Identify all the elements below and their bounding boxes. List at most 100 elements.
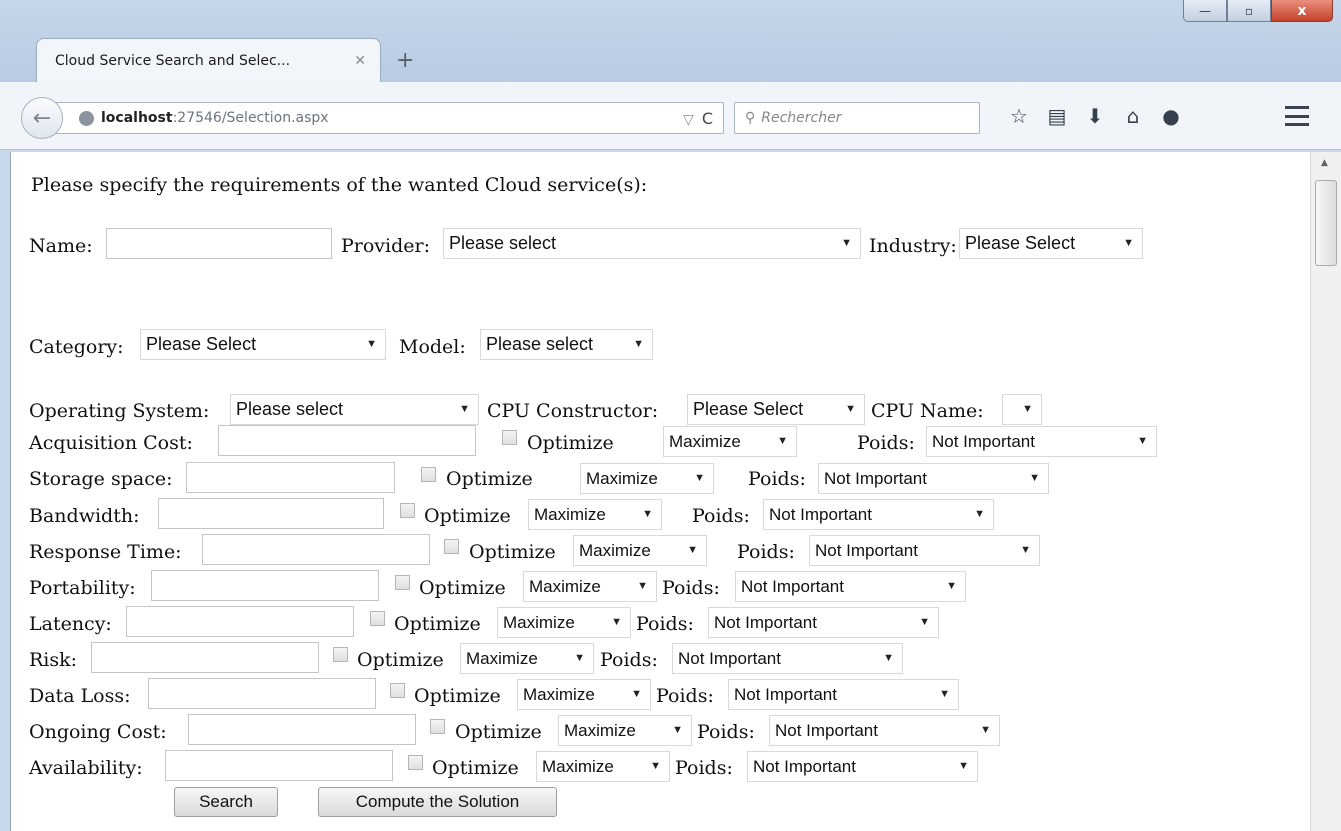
optimize-checkbox[interactable] <box>502 430 517 445</box>
weight-select-value: Not Important <box>741 577 844 596</box>
chevron-down-icon: ▼ <box>637 580 648 592</box>
criterion-label: Ongoing Cost: <box>29 721 167 743</box>
optimize-label: Optimize <box>455 721 542 743</box>
criterion-value-input[interactable] <box>186 462 395 493</box>
direction-select[interactable]: Maximize ▼ <box>558 715 692 746</box>
search-input[interactable]: ⚲ Rechercher <box>734 102 980 134</box>
direction-select[interactable]: Maximize ▼ <box>460 643 594 674</box>
criterion-value-input[interactable] <box>188 714 416 745</box>
cpu-constructor-select[interactable]: Please Select ▼ <box>687 394 865 425</box>
name-input[interactable] <box>106 228 332 259</box>
menu-icon[interactable] <box>1285 106 1309 126</box>
chat-icon[interactable]: ● <box>1152 104 1190 128</box>
chevron-down-icon: ▼ <box>1022 403 1033 415</box>
chevron-down-icon: ▼ <box>946 580 957 592</box>
poids-label: Poids: <box>692 505 750 527</box>
optimize-checkbox[interactable] <box>408 755 423 770</box>
chevron-down-icon: ▼ <box>459 403 470 415</box>
weight-select[interactable]: Not Important ▼ <box>818 463 1049 494</box>
criterion-label: Risk: <box>29 649 78 671</box>
weight-select[interactable]: Not Important ▼ <box>769 715 1000 746</box>
optimize-checkbox[interactable] <box>430 719 445 734</box>
direction-select-value: Maximize <box>542 757 614 776</box>
weight-select[interactable]: Not Important ▼ <box>747 751 978 782</box>
weight-select[interactable]: Not Important ▼ <box>728 679 959 710</box>
back-button[interactable]: ← <box>21 97 63 139</box>
optimize-label: Optimize <box>357 649 444 671</box>
criterion-value-input[interactable] <box>126 606 354 637</box>
optimize-checkbox[interactable] <box>421 467 436 482</box>
chevron-down-icon: ▼ <box>687 544 698 556</box>
url-history-dropdown-icon[interactable]: ▽ <box>683 112 694 128</box>
globe-icon <box>79 110 94 126</box>
industry-select-value: Please Select <box>965 233 1076 253</box>
optimize-label: Optimize <box>527 432 614 454</box>
criterion-label: Storage space: <box>29 468 173 490</box>
direction-select[interactable]: Maximize ▼ <box>523 571 657 602</box>
chevron-down-icon: ▼ <box>841 237 852 249</box>
model-select[interactable]: Please select ▼ <box>480 329 653 360</box>
optimize-label: Optimize <box>432 757 519 779</box>
direction-select[interactable]: Maximize ▼ <box>573 535 707 566</box>
criterion-value-input[interactable] <box>158 498 384 529</box>
close-window-button[interactable]: x <box>1271 0 1333 22</box>
star-icon[interactable]: ☆ <box>1000 104 1038 128</box>
weight-select[interactable]: Not Important ▼ <box>809 535 1040 566</box>
direction-select[interactable]: Maximize ▼ <box>536 751 670 782</box>
url-bar[interactable]: localhost:27546/Selection.aspx ▽ C <box>44 102 724 134</box>
scrollbar-thumb[interactable] <box>1315 180 1337 266</box>
compute-solution-button[interactable]: Compute the Solution <box>318 787 557 817</box>
minimize-button[interactable]: — <box>1183 0 1227 22</box>
direction-select[interactable]: Maximize ▼ <box>580 463 714 494</box>
criterion-value-input[interactable] <box>218 425 476 456</box>
os-label: Operating System: <box>29 400 210 422</box>
direction-select[interactable]: Maximize ▼ <box>528 499 662 530</box>
criterion-value-input[interactable] <box>202 534 430 565</box>
chevron-down-icon: ▼ <box>694 472 705 484</box>
criterion-value-input[interactable] <box>165 750 393 781</box>
category-select[interactable]: Please Select ▼ <box>140 329 386 360</box>
criterion-value-input[interactable] <box>91 642 319 673</box>
weight-select[interactable]: Not Important ▼ <box>708 607 939 638</box>
optimize-checkbox[interactable] <box>390 683 405 698</box>
direction-select-value: Maximize <box>466 649 538 668</box>
arrow-left-icon: ← <box>32 105 52 131</box>
optimize-checkbox[interactable] <box>444 539 459 554</box>
criterion-value-input[interactable] <box>148 678 376 709</box>
criterion-label: Latency: <box>29 613 112 635</box>
search-button[interactable]: Search <box>174 787 278 817</box>
os-select[interactable]: Please select ▼ <box>230 394 479 425</box>
provider-select[interactable]: Please select ▼ <box>443 228 861 259</box>
direction-select[interactable]: Maximize ▼ <box>517 679 651 710</box>
reload-icon[interactable]: C <box>702 109 713 128</box>
optimize-checkbox[interactable] <box>370 611 385 626</box>
poids-label: Poids: <box>675 757 733 779</box>
new-tab-button[interactable]: + <box>396 48 414 73</box>
optimize-checkbox[interactable] <box>400 503 415 518</box>
weight-select[interactable]: Not Important ▼ <box>735 571 966 602</box>
optimize-checkbox[interactable] <box>395 575 410 590</box>
weight-select[interactable]: Not Important ▼ <box>672 643 903 674</box>
industry-select[interactable]: Please Select ▼ <box>959 228 1143 259</box>
weight-select[interactable]: Not Important ▼ <box>926 426 1157 457</box>
tab-close-icon[interactable]: ✕ <box>354 53 366 69</box>
maximize-button[interactable]: ▫ <box>1227 0 1271 22</box>
home-icon[interactable]: ⌂ <box>1114 104 1152 128</box>
criterion-value-input[interactable] <box>151 570 379 601</box>
optimize-checkbox[interactable] <box>333 647 348 662</box>
cpu-name-select[interactable]: ▼ <box>1002 394 1042 425</box>
active-tab[interactable]: Cloud Service Search and Selec... ✕ <box>36 38 381 82</box>
scroll-up-icon[interactable]: ▲ <box>1321 158 1328 168</box>
vertical-scrollbar[interactable]: ▲ <box>1310 152 1341 831</box>
window-controls: — ▫ x <box>1183 0 1333 22</box>
reading-list-icon[interactable]: ▤ <box>1038 104 1076 128</box>
chevron-down-icon: ▼ <box>366 338 377 350</box>
weight-select[interactable]: Not Important ▼ <box>763 499 994 530</box>
direction-select[interactable]: Maximize ▼ <box>663 426 797 457</box>
chevron-down-icon: ▼ <box>1123 237 1134 249</box>
direction-select-value: Maximize <box>579 541 651 560</box>
download-icon[interactable]: ⬇ <box>1076 104 1114 128</box>
chevron-down-icon: ▼ <box>845 403 856 415</box>
direction-select[interactable]: Maximize ▼ <box>497 607 631 638</box>
page-intro: Please specify the requirements of the w… <box>31 174 648 196</box>
